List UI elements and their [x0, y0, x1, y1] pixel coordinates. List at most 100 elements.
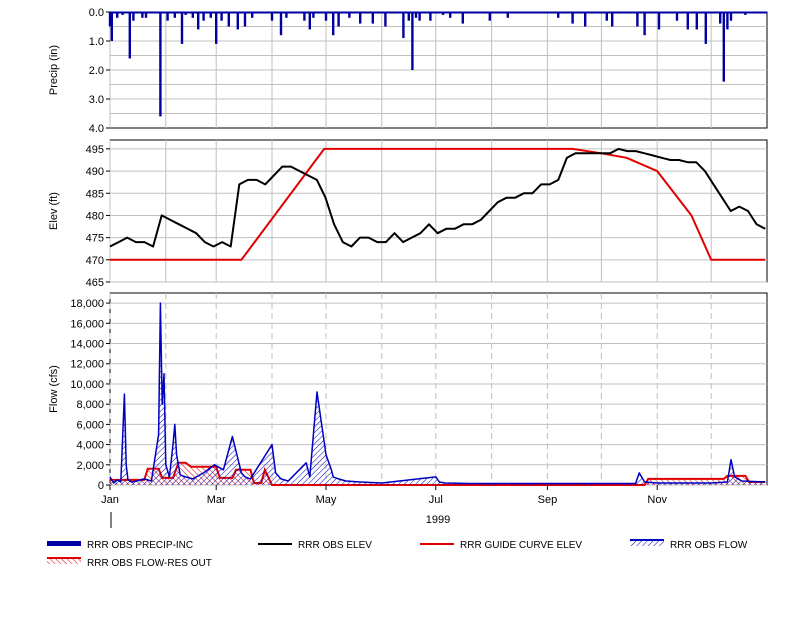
precip-bar	[202, 12, 205, 21]
elevation-y-tick-label: 490	[86, 166, 104, 178]
precip-bar	[429, 12, 432, 21]
precip-bar	[285, 12, 288, 18]
elevation-y-tick-label: 485	[86, 188, 104, 200]
precip-bar	[605, 12, 608, 21]
elevation-y-ticks: 465 470 475 480 485 490 495	[86, 144, 110, 289]
precip-bar	[657, 12, 661, 30]
flow-x-ticks: Jan Mar May Jul Sep Nov	[101, 485, 667, 506]
precip-y-tick-label: 0.0	[89, 7, 104, 19]
precip-bar	[611, 12, 614, 27]
precip-bar	[744, 12, 747, 15]
flow-y-tick-label: 8,000	[76, 399, 104, 411]
precip-bars	[108, 11, 767, 117]
precip-bar	[166, 12, 169, 21]
flow-y-tick-label: 16,000	[70, 318, 104, 330]
elevation-y-tick-label: 495	[86, 144, 104, 156]
flow-y-tick-label: 4,000	[76, 440, 104, 452]
flow-y-tick-label: 6,000	[76, 419, 104, 431]
precip-bar	[159, 12, 162, 117]
precip-bar	[411, 12, 414, 70]
precip-bar	[110, 12, 113, 41]
precip-bar	[303, 12, 306, 21]
flow-y-tick-label: 12,000	[70, 359, 104, 371]
legend-item: RRR OBS FLOW	[630, 539, 748, 551]
precip-bar	[236, 12, 239, 30]
flow-x-tick-label: Nov	[647, 494, 667, 506]
precip-bar	[461, 12, 464, 24]
precip-bar	[359, 12, 362, 24]
precip-bar	[722, 12, 725, 82]
legend-item: RRR GUIDE CURVE ELEV	[420, 540, 582, 551]
legend-label: RRR GUIDE CURVE ELEV	[460, 540, 582, 551]
precip-bar	[308, 12, 311, 30]
precip-bar	[141, 12, 144, 18]
precip-bar	[332, 12, 335, 36]
precip-bar	[251, 12, 254, 18]
precip-bar	[506, 12, 509, 18]
elevation-y-tick-label: 480	[86, 210, 104, 222]
precip-y-tick-label: 4.0	[89, 123, 104, 135]
precip-bar	[312, 12, 315, 18]
precip-bar	[227, 12, 230, 27]
flow-y-ticks: 0 2,000 4,000 6,000 8,000 10,000 12,000 14,000 1…	[70, 298, 110, 492]
precip-bar	[557, 12, 560, 18]
precip-bar	[407, 12, 410, 21]
flow-x-tick-label: Sep	[538, 494, 558, 506]
precip-bar	[184, 12, 187, 15]
legend-item: RRR OBS FLOW-RES OUT	[47, 557, 212, 569]
precip-y-tick-label: 1.0	[89, 36, 104, 48]
elevation-lines	[109, 147, 766, 261]
precip-panel: 0.0 1.0 2.0 3.0 4.0 Precip (in)	[48, 7, 768, 135]
precip-y-tick-label: 2.0	[89, 65, 104, 77]
precip-bar	[180, 12, 184, 44]
precip-bar	[384, 12, 387, 27]
flow-series	[109, 302, 766, 486]
precip-bar	[144, 12, 148, 18]
flow-x-tick-label: Jan	[101, 494, 119, 506]
legend-item: RRR OBS ELEV	[258, 540, 372, 551]
precip-bar	[449, 12, 452, 18]
precip-bar	[116, 12, 119, 18]
precip-bar	[243, 12, 247, 27]
precip-y-tick-label: 3.0	[89, 94, 104, 106]
precip-bar	[726, 12, 729, 30]
obs-elev-line	[109, 147, 766, 248]
elevation-y-tick-label: 470	[86, 255, 104, 267]
legend-label: RRR OBS FLOW-RES OUT	[87, 558, 212, 569]
flow-x-tick-label: Jul	[429, 494, 443, 506]
precip-bar	[337, 12, 340, 27]
precip-bar	[215, 12, 218, 44]
flow-panel: 0 2,000 4,000 6,000 8,000 10,000 12,000 14,000 1…	[48, 292, 768, 528]
precip-bar	[209, 12, 212, 18]
precip-bar	[371, 12, 374, 24]
precip-bar	[675, 12, 679, 21]
legend-label: RRR OBS PRECIP-INC	[87, 540, 193, 551]
precip-bar	[695, 12, 698, 30]
flow-y-tick-label: 10,000	[70, 379, 104, 391]
precip-bar	[418, 12, 421, 21]
legend-item: RRR OBS PRECIP-INC	[47, 540, 193, 551]
precip-bar	[132, 12, 135, 21]
precip-bar	[704, 12, 707, 44]
flow-y-tick-label: 14,000	[70, 339, 104, 351]
legend-label: RRR OBS FLOW	[670, 540, 748, 551]
precip-bar	[348, 12, 351, 18]
precip-bar	[279, 12, 283, 36]
precip-bar	[128, 12, 131, 59]
precip-bar	[686, 12, 689, 30]
legend-label: RRR OBS ELEV	[298, 540, 372, 551]
precip-bar	[270, 12, 274, 21]
precip-grid	[109, 12, 767, 128]
elevation-panel: 465 470 475 480 485 490 495 Elev (ft)	[48, 139, 768, 289]
precip-bar	[414, 12, 418, 18]
flow-y-axis-title: Flow (cfs)	[48, 365, 60, 413]
precip-y-axis-title: Precip (in)	[48, 45, 60, 95]
flow-x-tick-label: Mar	[207, 494, 226, 506]
elevation-y-axis-title: Elev (ft)	[48, 192, 60, 230]
precip-bar	[719, 12, 722, 24]
precip-bar	[636, 12, 639, 27]
precip-bar	[584, 12, 587, 27]
precip-bar	[571, 12, 574, 24]
precip-bar	[643, 12, 646, 36]
precip-bar	[191, 12, 194, 18]
